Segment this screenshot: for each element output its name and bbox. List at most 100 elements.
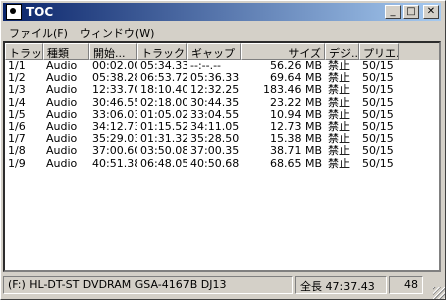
table-cell: 06:53.72 — [140, 72, 187, 85]
table-cell: 12.73 MB — [269, 120, 322, 133]
track-list[interactable]: トラック 種類 開始... トラック... ギャップ サイズ デジ... プリエ… — [3, 41, 441, 272]
table-cell: 01:15.52 — [140, 120, 187, 133]
table-cell: 68.65 MB — [269, 157, 322, 170]
window-title: TOC — [26, 5, 54, 19]
col-header-track-length[interactable]: トラック... — [137, 43, 187, 60]
table-cell: 1/6 — [8, 120, 26, 133]
table-cell: 12:33.70 — [92, 84, 137, 97]
menu-bar: ファイル(F) ウィンドウ(W) — [3, 23, 160, 41]
table-cell: 禁止 — [328, 157, 350, 170]
toc-window: TOC _ □ ✕ ファイル(F) ウィンドウ(W) トラック 種類 開始...… — [0, 0, 446, 300]
table-cell: Audio — [46, 84, 78, 97]
table-row[interactable]: 1/5 Audio 33:06.03 01:05.02 33:04.55 10.94 MB… — [5, 109, 439, 121]
table-cell: 50/15 — [362, 108, 394, 121]
table-cell: 183.46 MB — [262, 84, 322, 97]
table-cell: 禁止 — [328, 108, 350, 121]
table-cell: 50/15 — [362, 120, 394, 133]
app-disc-icon[interactable] — [6, 4, 22, 20]
table-cell: Audio — [46, 145, 78, 158]
table-cell: 50/15 — [362, 145, 394, 158]
title-buttons: _ □ ✕ — [385, 5, 439, 19]
table-row[interactable]: 1/4 Audio 30:46.55 02:18.00 30:44.35 23.22 MB… — [5, 97, 439, 109]
table-cell: 03:50.08 — [140, 145, 187, 158]
table-cell: 30:44.35 — [190, 96, 240, 109]
minimize-button[interactable]: _ — [385, 5, 401, 19]
col-header-size[interactable]: サイズ — [241, 43, 325, 60]
table-cell: 禁止 — [328, 145, 350, 158]
table-cell: 33:06.03 — [92, 108, 137, 121]
table-cell: 禁止 — [328, 84, 350, 97]
table-cell: 禁止 — [328, 133, 350, 146]
table-cell: 50/15 — [362, 84, 394, 97]
col-header-start[interactable]: 開始... — [89, 43, 137, 60]
table-cell: 35:28.50 — [190, 133, 240, 146]
table-cell: 30:46.55 — [92, 96, 137, 109]
table-cell: 禁止 — [328, 60, 350, 72]
col-header-track[interactable]: トラック — [5, 43, 43, 60]
table-cell: 01:31.32 — [140, 133, 187, 146]
table-row[interactable]: 1/7 Audio 35:29.03 01:31.32 35:28.50 15.38 MB… — [5, 133, 439, 145]
table-cell: 禁止 — [328, 72, 350, 85]
table-cell: 1/1 — [8, 60, 26, 72]
table-cell: 禁止 — [328, 120, 350, 133]
table-row[interactable]: 1/1 Audio 00:02.00 05:34.33 --:--.-- 56.26 MB… — [5, 60, 439, 72]
table-cell: Audio — [46, 96, 78, 109]
table-cell: 禁止 — [328, 96, 350, 109]
table-row[interactable]: 1/2 Audio 05:38.28 06:53.72 05:36.33 69.64 MB… — [5, 72, 439, 84]
table-cell: 05:36.33 — [190, 72, 240, 85]
title-bar[interactable]: TOC _ □ ✕ — [3, 3, 441, 21]
table-row[interactable]: 1/6 Audio 34:12.73 01:15.52 34:11.05 12.73 MB… — [5, 121, 439, 133]
table-cell: 37:00.35 — [190, 145, 240, 158]
table-cell: 05:34.33 — [140, 60, 187, 72]
table-row[interactable]: 1/3 Audio 12:33.70 18:10.40 12:32.25 183.46 M… — [5, 84, 439, 96]
table-cell: 1/5 — [8, 108, 26, 121]
table-cell: 00:02.00 — [92, 60, 137, 72]
list-rows: 1/1 Audio 00:02.00 05:34.33 --:--.-- 56.26 MB… — [5, 60, 439, 170]
table-cell: 1/8 — [8, 145, 26, 158]
table-cell: 1/4 — [8, 96, 26, 109]
table-cell: 50/15 — [362, 72, 394, 85]
table-cell: 1/3 — [8, 84, 26, 97]
table-row[interactable]: 1/8 Audio 37:00.60 03:50.08 37:00.35 38.71 MB… — [5, 145, 439, 157]
table-cell: Audio — [46, 157, 78, 170]
col-header-type[interactable]: 種類 — [43, 43, 89, 60]
table-cell: 34:11.05 — [190, 120, 240, 133]
table-cell: 12:32.25 — [190, 84, 240, 97]
table-cell: 35:29.03 — [92, 133, 137, 146]
table-cell: 50/15 — [362, 96, 394, 109]
table-cell: 37:00.60 — [92, 145, 137, 158]
table-cell: 50/15 — [362, 157, 394, 170]
col-header-digital[interactable]: デジ... — [325, 43, 359, 60]
resize-grip[interactable] — [433, 287, 445, 299]
status-count: 48 — [389, 276, 423, 294]
table-cell: 06:48.05 — [140, 157, 187, 170]
maximize-button[interactable]: □ — [403, 5, 419, 19]
close-button[interactable]: ✕ — [423, 5, 439, 19]
table-cell: Audio — [46, 120, 78, 133]
table-cell: 69.64 MB — [269, 72, 322, 85]
table-cell: 05:38.28 — [92, 72, 137, 85]
col-header-gap[interactable]: ギャップ — [187, 43, 241, 60]
table-cell: Audio — [46, 108, 78, 121]
table-cell: Audio — [46, 133, 78, 146]
table-cell: 1/2 — [8, 72, 26, 85]
table-cell: Audio — [46, 60, 78, 72]
table-cell: 34:12.73 — [92, 120, 137, 133]
status-drive: (F:) HL-DT-ST DVDRAM GSA-4167B DJ13 — [3, 276, 293, 294]
table-cell: 02:18.00 — [140, 96, 187, 109]
table-cell: 33:04.55 — [190, 108, 240, 121]
table-cell: 10.94 MB — [269, 108, 322, 121]
table-cell: 15.38 MB — [269, 133, 322, 146]
menu-window[interactable]: ウィンドウ(W) — [74, 23, 160, 41]
table-row[interactable]: 1/9 Audio 40:51.38 06:48.05 40:50.68 68.65 MB… — [5, 158, 439, 170]
table-cell: 40:50.68 — [190, 157, 240, 170]
col-header-preemphasis[interactable]: プリエ... — [359, 43, 399, 60]
table-cell: --:--.-- — [190, 60, 222, 72]
menu-file[interactable]: ファイル(F) — [3, 23, 74, 41]
table-cell: 50/15 — [362, 133, 394, 146]
table-cell: 40:51.38 — [92, 157, 137, 170]
table-cell: Audio — [46, 72, 78, 85]
status-total-length: 全長 47:37.43 — [295, 276, 387, 294]
table-cell: 38.71 MB — [269, 145, 322, 158]
status-bar: (F:) HL-DT-ST DVDRAM GSA-4167B DJ13 全長 4… — [3, 276, 441, 296]
